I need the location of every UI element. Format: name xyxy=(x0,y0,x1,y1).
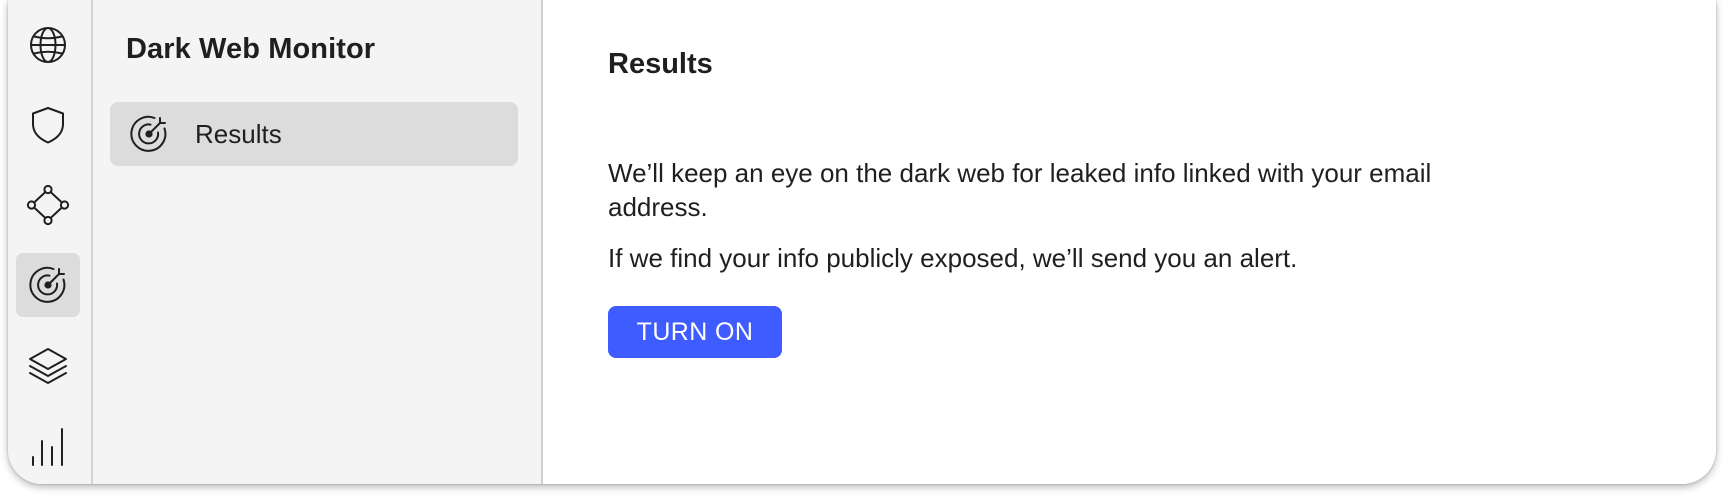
bar-chart-icon xyxy=(32,428,63,466)
main-content: Results We’ll keep an eye on the dark we… xyxy=(543,0,1716,484)
rail-item-dark-web-monitor[interactable] xyxy=(16,253,80,317)
icon-rail xyxy=(8,0,93,484)
rail-item-shield[interactable] xyxy=(16,93,80,157)
globe-icon xyxy=(30,27,66,63)
shield-icon xyxy=(32,107,64,144)
rail-item-globe[interactable] xyxy=(16,13,80,77)
sidebar-title: Dark Web Monitor xyxy=(126,33,376,65)
app-window: Dark Web Monitor Results Results We’ll k… xyxy=(8,0,1716,484)
sidebar-item-results[interactable]: Results xyxy=(110,102,518,166)
sidebar-item-label: Results xyxy=(195,118,282,149)
description-text: We’ll keep an eye on the dark web for le… xyxy=(608,158,1432,222)
layers-icon xyxy=(29,348,67,384)
rail-item-layers[interactable] xyxy=(16,333,80,397)
network-icon xyxy=(26,184,70,226)
rail-item-network[interactable] xyxy=(16,173,80,237)
radar-target-icon xyxy=(127,112,171,156)
alert-info-text: If we find your info publicly exposed, w… xyxy=(608,243,1298,273)
page-title: Results xyxy=(608,48,713,80)
radar-target-icon xyxy=(29,266,66,303)
turn-on-button[interactable]: TURN ON xyxy=(608,306,782,358)
rail-item-stats[interactable] xyxy=(16,413,80,477)
sidebar: Dark Web Monitor Results xyxy=(93,0,543,484)
